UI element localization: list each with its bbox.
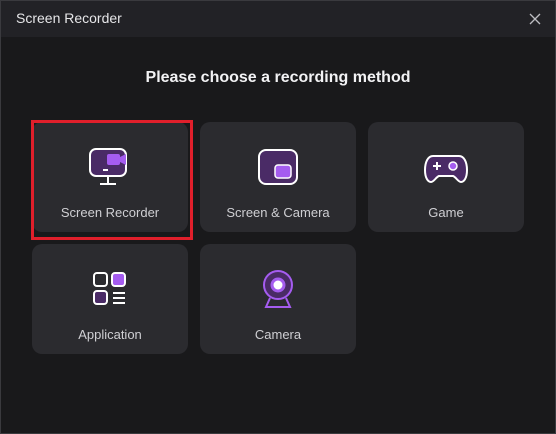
close-icon[interactable] <box>525 9 545 29</box>
gamepad-icon <box>423 146 469 188</box>
screen-camera-icon <box>255 146 301 188</box>
option-label: Screen Recorder <box>60 205 160 220</box>
option-game[interactable]: Game <box>368 122 524 232</box>
window-title: Screen Recorder <box>16 10 122 26</box>
monitor-camera-icon <box>87 146 133 188</box>
option-camera[interactable]: Camera <box>200 244 356 354</box>
option-screen-recorder[interactable]: Screen Recorder <box>32 122 188 232</box>
option-label: Game <box>428 205 464 220</box>
option-screen-and-camera[interactable]: Screen & Camera <box>200 122 356 232</box>
option-label: Camera <box>254 327 302 342</box>
option-label: Application <box>78 327 142 342</box>
page-heading: Please choose a recording method <box>145 69 411 86</box>
option-label: Screen & Camera <box>226 205 330 220</box>
option-application[interactable]: Application <box>32 244 188 354</box>
app-grid-icon <box>87 268 133 310</box>
screen-recorder-dialog: Screen Recorder Please choose a recordin… <box>0 0 556 434</box>
webcam-icon <box>255 268 301 310</box>
title-bar: Screen Recorder <box>1 1 555 37</box>
